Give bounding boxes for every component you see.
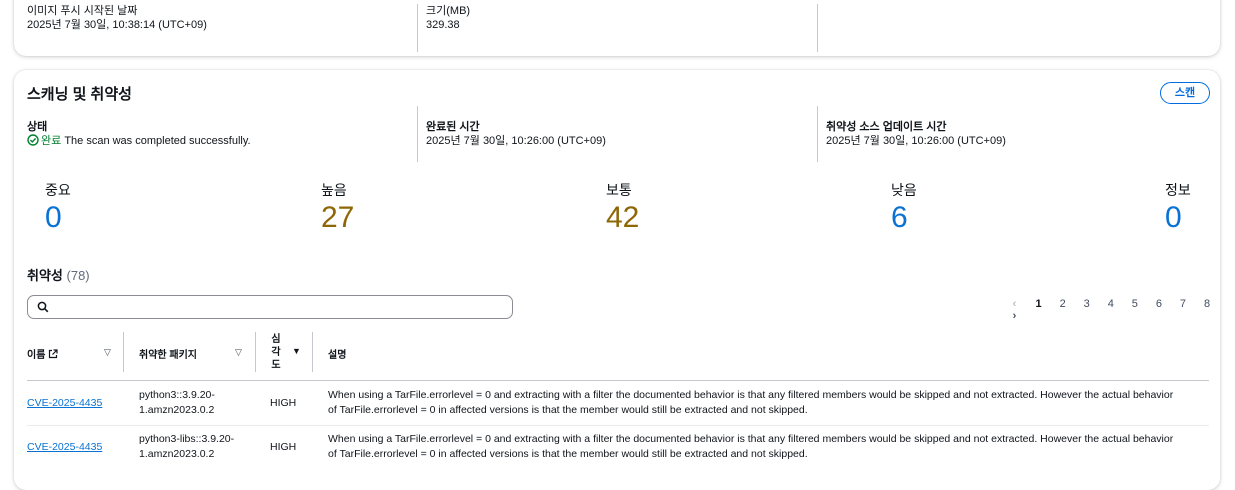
severity-high: 높음 27 — [321, 180, 354, 236]
scanning-vulnerabilities-panel: 스캐닝 및 취약성 스캔 상태 완료 The scan was complete… — [14, 70, 1220, 490]
next-page-icon[interactable]: › — [1004, 310, 1025, 322]
page-7[interactable]: 7 — [1172, 298, 1193, 310]
severity-label: 정보 — [1165, 182, 1191, 198]
page-3[interactable]: 3 — [1076, 298, 1097, 310]
sort-desc-icon[interactable]: ▼ — [292, 346, 301, 356]
cve-link[interactable]: CVE-2025-4435 — [27, 397, 102, 409]
severity-count: 42 — [606, 201, 640, 234]
column-header-name[interactable]: 이름 — [27, 346, 58, 394]
search-input[interactable] — [27, 295, 513, 319]
severity-info: 정보 0 — [1165, 180, 1191, 236]
source-update-label: 취약성 소스 업데이트 시간 — [826, 121, 947, 133]
scan-button[interactable]: 스캔 — [1160, 82, 1210, 104]
size-value: 329.38 — [426, 19, 460, 31]
pushed-at-value: 2025년 7월 30일, 10:38:14 (UTC+09) — [27, 19, 207, 31]
status-value: 완료 — [41, 135, 62, 147]
status-field: 상태 완료 The scan was completed successfull… — [27, 120, 417, 151]
page-1[interactable]: 1 — [1028, 298, 1049, 310]
severity-count: 0 — [1165, 201, 1182, 234]
description-cell: When using a TarFile.errorlevel = 0 and … — [328, 389, 1174, 416]
sort-icon[interactable]: ▽ — [235, 347, 242, 358]
pushed-at-field: 이미지 푸시 시작된 날짜 2025년 7월 30일, 10:38:14 (UT… — [27, 4, 417, 33]
size-field: 크기(MB) 329.38 — [417, 4, 816, 52]
description-cell: When using a TarFile.errorlevel = 0 and … — [328, 433, 1174, 460]
column-divider — [312, 332, 313, 372]
severity-label: 중요 — [45, 182, 71, 198]
vulnerabilities-count: (78) — [66, 268, 90, 283]
header-divider — [27, 380, 1209, 381]
completed-time-field: 완료된 시간 2025년 7월 30일, 10:26:00 (UTC+09) — [417, 106, 807, 162]
severity-count: 0 — [45, 201, 62, 234]
package-cell: python3-libs::3.9.20-1.amzn2023.0.2 — [139, 433, 235, 460]
image-details-panel: 이미지 푸시 시작된 날짜 2025년 7월 30일, 10:38:14 (UT… — [14, 0, 1220, 56]
page-4[interactable]: 4 — [1100, 298, 1121, 310]
source-update-value: 2025년 7월 30일, 10:26:00 (UTC+09) — [826, 135, 1006, 147]
severity-low: 낮음 6 — [891, 180, 917, 236]
page-2[interactable]: 2 — [1052, 298, 1073, 310]
severity-count: 27 — [321, 201, 355, 234]
size-label: 크기(MB) — [426, 5, 471, 17]
column-divider — [123, 332, 124, 372]
column-name-label: 이름 — [27, 350, 46, 361]
pushed-at-label: 이미지 푸시 시작된 날짜 — [27, 5, 138, 17]
page-6[interactable]: 6 — [1148, 298, 1169, 310]
row-divider — [27, 425, 1209, 426]
empty-field — [817, 4, 1206, 52]
prev-page-icon[interactable]: ‹ — [1004, 298, 1025, 310]
completed-time-value: 2025년 7월 30일, 10:26:00 (UTC+09) — [426, 135, 606, 147]
external-link-icon — [48, 349, 58, 362]
severity-label: 높음 — [321, 182, 347, 198]
page-8[interactable]: 8 — [1197, 298, 1218, 310]
cve-link[interactable]: CVE-2025-4435 — [27, 441, 102, 453]
severity-medium: 보통 42 — [606, 180, 639, 236]
severity-label: 보통 — [606, 182, 632, 198]
column-divider — [255, 332, 256, 372]
column-header-severity[interactable]: 심 각 도 — [270, 333, 282, 381]
severity-count: 6 — [891, 201, 908, 234]
page-5[interactable]: 5 — [1124, 298, 1145, 310]
status-label: 상태 — [27, 121, 48, 133]
severity-critical: 중요 0 — [45, 180, 71, 236]
vulnerabilities-title: 취약성 — [27, 268, 63, 283]
column-header-package[interactable]: 취약한 패키지 — [139, 346, 197, 394]
column-header-description: 설명 — [328, 350, 347, 361]
success-check-icon — [27, 134, 39, 151]
sort-icon[interactable]: ▽ — [104, 347, 111, 358]
pagination: ‹ 1 2 3 4 5 6 7 8 › — [1004, 298, 1220, 322]
severity-cell: HIGH — [270, 441, 297, 453]
completed-time-label: 완료된 시간 — [426, 121, 480, 133]
status-value-row: 완료 The scan was completed successfully. — [27, 134, 417, 151]
vulnerabilities-heading: 취약성 (78) — [27, 265, 90, 284]
severity-cell: HIGH — [270, 397, 297, 409]
package-cell: python3::3.9.20-1.amzn2023.0.2 — [139, 389, 215, 416]
source-update-field: 취약성 소스 업데이트 시간 2025년 7월 30일, 10:26:00 (U… — [817, 106, 1197, 162]
panel-title: 스캐닝 및 취약성 — [27, 86, 132, 103]
status-message: The scan was completed successfully. — [64, 135, 251, 147]
severity-label: 낮음 — [891, 182, 917, 198]
